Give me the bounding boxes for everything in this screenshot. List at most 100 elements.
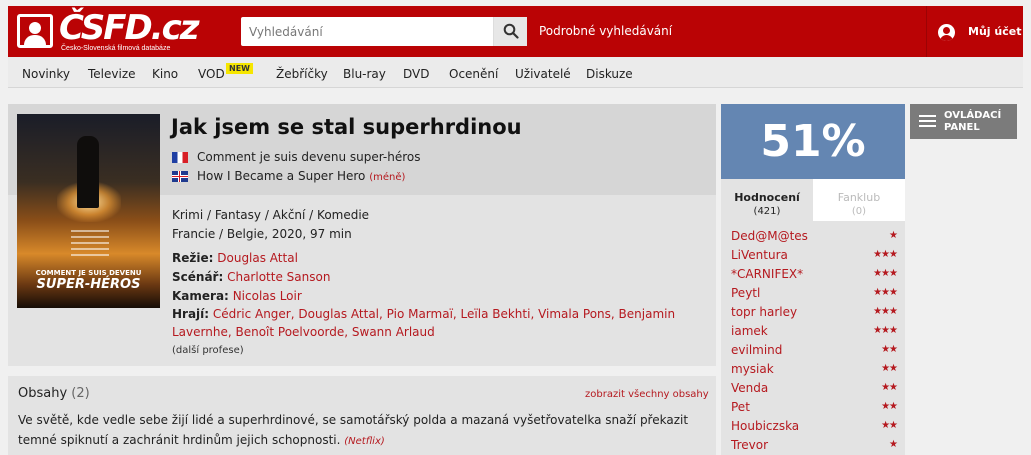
rating-row[interactable]: mysiak ★★ — [731, 362, 898, 381]
rating-user-name[interactable]: iamek — [731, 324, 768, 338]
logo-subtitle: Česko-Slovenská filmová databáze — [61, 45, 171, 52]
less-titles-link[interactable]: (méně) — [369, 172, 405, 183]
rating-user-name[interactable]: mysiak — [731, 362, 774, 376]
rating-user-name[interactable]: topr harley — [731, 305, 797, 319]
cast-row: Hrají: Cédric Anger, Douglas Attal, Pio … — [172, 307, 675, 321]
logo-text: ČSFD.cz — [59, 8, 200, 48]
rating-user-name[interactable]: Pet — [731, 400, 750, 414]
alt-title-english-text: How I Became a Super Hero — [197, 169, 366, 183]
tab-ratings-label: Hodnocení — [734, 191, 800, 204]
rating-row[interactable]: Peytl ★★★ — [731, 286, 898, 305]
rating-stars-icon: ★★★ — [873, 325, 898, 336]
rating-row[interactable]: LiVentura ★★★ — [731, 248, 898, 267]
search-icon — [503, 23, 519, 39]
nav-item-dvd[interactable]: DVD — [403, 67, 429, 81]
site-header: ČSFD.cz Česko-Slovenská filmová databáze… — [8, 6, 1023, 57]
camera-link[interactable]: Nicolas Loir — [233, 289, 302, 303]
cast-links-line2[interactable]: Lavernhe, Benoît Poelvoorde, Swann Arlau… — [172, 325, 435, 339]
show-all-plots-link[interactable]: zobrazit všechny obsahy — [585, 389, 709, 400]
rating-user-name[interactable]: LiVentura — [731, 248, 788, 262]
france-flag-icon — [172, 152, 188, 163]
rating-row[interactable]: Venda ★★ — [731, 381, 898, 400]
nav-item-vod[interactable]: VOD — [198, 67, 225, 81]
tab-fanclub[interactable]: Fanklub (0) — [813, 179, 905, 221]
camera-label: Kamera: — [172, 289, 229, 303]
rating-percent: 51% — [760, 116, 866, 167]
uk-flag-icon — [172, 171, 188, 182]
writer-label: Scénář: — [172, 270, 224, 284]
rating-user-name[interactable]: evilmind — [731, 343, 782, 357]
plot-source-link[interactable]: (Netflix) — [344, 436, 385, 447]
control-panel-label: OVLÁDACÍ PANEL — [944, 110, 1001, 134]
rating-row[interactable]: Ded@M@tes ★ — [731, 229, 898, 248]
writer-link[interactable]: Charlotte Sanson — [227, 270, 330, 284]
rating-row[interactable]: evilmind ★★ — [731, 343, 898, 362]
cast-links-line1[interactable]: Cédric Anger, Douglas Attal, Pio Marmaï,… — [213, 307, 675, 321]
more-professions-link[interactable]: (další profese) — [172, 345, 244, 356]
film-title: Jak jsem se stal superhrdinou — [171, 115, 522, 139]
rating-user-name[interactable]: Ded@M@tes — [731, 229, 808, 243]
site-logo[interactable]: ČSFD.cz Česko-Slovenská filmová databáze — [17, 8, 200, 52]
search-input[interactable] — [241, 17, 491, 46]
film-origin: Francie / Belgie, 2020, 97 min — [172, 227, 352, 241]
rating-stars-icon: ★★★ — [873, 268, 898, 279]
main-nav: Novinky Televize Kino VOD NEW Žebříčky B… — [8, 57, 1023, 88]
nav-item-kino[interactable]: Kino — [152, 67, 178, 81]
new-badge: NEW — [226, 63, 253, 74]
control-panel-line1: OVLÁDACÍ — [944, 110, 1002, 121]
rating-user-name[interactable]: Houbiczska — [731, 419, 799, 433]
rating-row[interactable]: Houbiczska ★★ — [731, 419, 898, 438]
writer-row: Scénář: Charlotte Sanson — [172, 270, 330, 284]
poster-title-small: COMMENT JE SUIS DEVENU — [35, 269, 142, 277]
rating-user-name[interactable]: Trevor — [731, 438, 768, 452]
rating-user-name[interactable]: Venda — [731, 381, 768, 395]
rating-row[interactable]: topr harley ★★★ — [731, 305, 898, 324]
director-label: Režie: — [172, 251, 214, 265]
rating-row[interactable]: *CARNIFEX* ★★★ — [731, 267, 898, 286]
tab-fanclub-count: (0) — [851, 206, 867, 217]
nav-item-novinky[interactable]: Novinky — [22, 67, 70, 81]
hamburger-icon — [919, 115, 936, 128]
rating-stars-icon: ★★ — [881, 344, 898, 355]
rating-stars-icon: ★★★ — [873, 249, 898, 260]
poster-title-big: SUPER-HÉROS — [36, 277, 141, 292]
nav-item-oceneni[interactable]: Ocenění — [449, 67, 498, 81]
search-button[interactable] — [493, 17, 527, 46]
tab-ratings[interactable]: Hodnocení (421) — [721, 179, 813, 221]
director-row: Režie: Douglas Attal — [172, 251, 298, 265]
control-panel-button[interactable]: OVLÁDACÍ PANEL — [910, 104, 1017, 139]
nav-item-bluray[interactable]: Blu-ray — [343, 67, 386, 81]
rating-user-name[interactable]: *CARNIFEX* — [731, 267, 803, 281]
plot-heading-text: Obsahy — [18, 386, 68, 401]
rating-stars-icon: ★★ — [881, 401, 898, 412]
rating-stars-icon: ★★ — [881, 363, 898, 374]
rating-tabs: Hodnocení (421) Fanklub (0) — [721, 179, 905, 221]
account-button[interactable]: Můj účet — [926, 6, 1023, 57]
nav-item-zebricky[interactable]: Žebříčky — [276, 67, 328, 81]
film-poster[interactable]: COMMENT JE SUIS DEVENU SUPER-HÉROS — [17, 114, 160, 308]
advanced-search-link[interactable]: Podrobné vyhledávání — [539, 24, 672, 38]
nav-item-diskuze[interactable]: Diskuze — [586, 67, 633, 81]
plot-count: (2) — [71, 386, 90, 401]
poster-figure — [77, 136, 99, 208]
rating-row[interactable]: Pet ★★ — [731, 400, 898, 419]
plot-text: Ve světě, kde vedle sebe žijí lidé a sup… — [18, 410, 690, 452]
tab-ratings-count: (421) — [753, 206, 781, 217]
rating-user-name[interactable]: Peytl — [731, 286, 760, 300]
user-icon — [938, 24, 955, 41]
cast-label: Hrají: — [172, 307, 210, 321]
tab-fanclub-label: Fanklub — [837, 191, 881, 204]
alt-title-french: Comment je suis devenu super-héros — [197, 150, 421, 164]
rating-stars-icon: ★★ — [881, 382, 898, 393]
rating-row[interactable]: Trevor ★ — [731, 438, 898, 455]
account-label: Můj účet — [968, 25, 1022, 38]
nav-item-uzivatele[interactable]: Uživatelé — [515, 67, 571, 81]
nav-item-televize[interactable]: Televize — [88, 67, 136, 81]
rating-row[interactable]: iamek ★★★ — [731, 324, 898, 343]
logo-person-icon — [17, 14, 53, 48]
search-box — [241, 17, 527, 46]
camera-row: Kamera: Nicolas Loir — [172, 289, 302, 303]
rating-stars-icon: ★★ — [881, 420, 898, 431]
plot-heading: Obsahy (2) — [18, 386, 90, 401]
director-link[interactable]: Douglas Attal — [217, 251, 298, 265]
